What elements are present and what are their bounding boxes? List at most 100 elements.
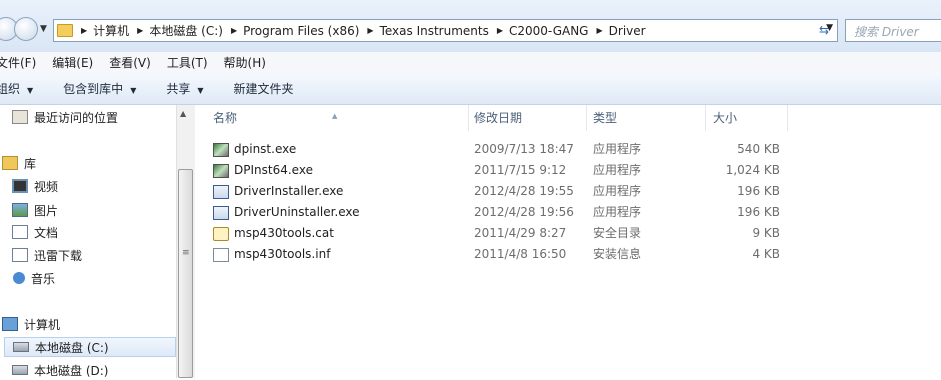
- file-type: 应用程序: [593, 184, 642, 198]
- menu-tools[interactable]: 工具(T): [167, 54, 208, 71]
- installer-icon: [213, 163, 229, 178]
- breadcrumb-program-files[interactable]: Program Files (x86): [243, 24, 359, 38]
- file-name: msp430tools.cat: [234, 226, 334, 240]
- video-icon: [12, 179, 28, 193]
- pictures-icon: [12, 203, 28, 217]
- nav-item-label: 视频: [34, 179, 59, 194]
- menu-bar: 文件(F) 编辑(E) 查看(V) 工具(T) 帮助(H): [0, 52, 941, 73]
- breadcrumb-disk-c[interactable]: 本地磁盘 (C:): [149, 22, 223, 39]
- column-header-type[interactable]: 类型: [587, 105, 706, 131]
- file-name: DriverInstaller.exe: [234, 184, 344, 198]
- forward-button[interactable]: [14, 17, 38, 41]
- file-modified: 2009/7/13 18:47: [474, 142, 574, 156]
- nav-item-pictures[interactable]: 图片: [12, 200, 58, 220]
- file-type: 应用程序: [593, 205, 642, 219]
- breadcrumb-separator-icon[interactable]: ▶: [367, 26, 373, 35]
- scrollbar-thumb[interactable]: ≡: [178, 169, 193, 378]
- new-folder-button[interactable]: 新建文件夹: [234, 80, 294, 97]
- breadcrumb-separator-icon[interactable]: ▶: [81, 26, 87, 35]
- breadcrumb-separator-icon[interactable]: ▶: [231, 26, 237, 35]
- file-size: 1,024 KB: [725, 163, 780, 177]
- app-icon: [213, 205, 229, 220]
- installer-icon: [213, 142, 229, 157]
- column-header-modified[interactable]: 修改日期: [469, 105, 587, 131]
- menu-edit[interactable]: 编辑(E): [52, 54, 93, 71]
- music-icon: [13, 272, 25, 284]
- nav-item-documents[interactable]: 文档: [12, 222, 58, 242]
- recent-places-icon: [12, 110, 28, 124]
- command-bar: 组织 ▼ 包含到库中 ▼ 共享 ▼ 新建文件夹: [0, 73, 941, 105]
- breadcrumb-separator-icon[interactable]: ▶: [497, 26, 503, 35]
- menu-file[interactable]: 文件(F): [0, 54, 36, 71]
- file-size: 196 KB: [737, 184, 780, 198]
- file-size: 540 KB: [737, 142, 780, 156]
- organize-button[interactable]: 组织 ▼: [0, 80, 33, 97]
- address-input[interactable]: ▶ 计算机 ▶ 本地磁盘 (C:) ▶ Program Files (x86) …: [53, 19, 838, 42]
- breadcrumb-c2000-gang[interactable]: C2000-GANG: [509, 24, 588, 38]
- file-size: 4 KB: [752, 247, 780, 261]
- nav-item-label: 图片: [34, 203, 59, 218]
- app-icon: [213, 184, 229, 199]
- folder-icon: [57, 24, 73, 37]
- sort-ascending-icon: ▲: [332, 112, 338, 120]
- downloads-folder-icon: [12, 248, 28, 262]
- search-input[interactable]: 搜索 Driver: [845, 19, 941, 42]
- drive-icon: [13, 342, 29, 352]
- library-icon: [2, 156, 18, 170]
- refresh-icon[interactable]: ⇆: [812, 20, 836, 41]
- file-modified: 2011/7/15 9:12: [474, 163, 567, 177]
- scroll-up-icon[interactable]: ▲: [180, 109, 186, 118]
- nav-item-music[interactable]: 音乐: [13, 268, 55, 288]
- nav-item-videos[interactable]: 视频: [12, 176, 58, 196]
- catalog-icon: [213, 226, 229, 241]
- file-row[interactable]: msp430tools.cat 2011/4/29 8:27 安全目录 9 KB: [195, 223, 795, 244]
- breadcrumb-texas-instruments[interactable]: Texas Instruments: [380, 24, 489, 38]
- navigation-scrollbar[interactable]: ▲ ≡: [176, 105, 195, 378]
- menu-view[interactable]: 查看(V): [109, 54, 151, 71]
- nav-item-computer[interactable]: 计算机: [2, 314, 60, 334]
- file-row[interactable]: dpinst.exe 2009/7/13 18:47 应用程序 540 KB: [195, 139, 795, 160]
- breadcrumb-separator-icon[interactable]: ▶: [596, 26, 602, 35]
- breadcrumb-separator-icon[interactable]: ▶: [137, 26, 143, 35]
- column-header-label: 修改日期: [474, 111, 523, 125]
- chevron-down-icon: ▼: [130, 86, 137, 95]
- file-row[interactable]: DPInst64.exe 2011/7/15 9:12 应用程序 1,024 K…: [195, 160, 795, 181]
- file-row[interactable]: DriverInstaller.exe 2012/4/28 19:55 应用程序…: [195, 181, 795, 202]
- file-modified: 2011/4/29 8:27: [474, 226, 567, 240]
- file-size: 9 KB: [752, 226, 780, 240]
- file-row[interactable]: msp430tools.inf 2011/4/8 16:50 安装信息 4 KB: [195, 244, 795, 265]
- nav-item-disk-c[interactable]: 本地磁盘 (C:): [4, 337, 176, 357]
- file-list: 名称 ▲ 修改日期 类型 大小 dpinst.exe 2009/7/13 18:…: [195, 105, 941, 378]
- menu-help[interactable]: 帮助(H): [224, 54, 266, 71]
- nav-item-label: 文档: [34, 225, 59, 240]
- file-name: msp430tools.inf: [234, 247, 331, 261]
- nav-item-libraries[interactable]: 库: [2, 153, 36, 173]
- address-bar-area: ▼ ▶ 计算机 ▶ 本地磁盘 (C:) ▶ Program Files (x86…: [0, 0, 941, 53]
- history-dropdown-icon[interactable]: ▼: [40, 24, 47, 34]
- file-modified: 2012/4/28 19:56: [474, 205, 574, 219]
- documents-icon: [12, 225, 28, 239]
- column-header-name[interactable]: 名称 ▲: [195, 105, 469, 131]
- nav-item-label: 库: [24, 156, 37, 171]
- breadcrumb-driver[interactable]: Driver: [609, 24, 646, 38]
- nav-item-thunder-downloads[interactable]: 迅雷下载: [12, 245, 82, 265]
- breadcrumb-computer[interactable]: 计算机: [93, 22, 129, 39]
- drive-icon: [12, 365, 28, 375]
- file-name: dpinst.exe: [234, 142, 297, 156]
- file-row[interactable]: DriverUninstaller.exe 2012/4/28 19:56 应用…: [195, 202, 795, 223]
- column-header-size[interactable]: 大小: [706, 105, 788, 131]
- navigation-pane: 最近访问的位置 库 视频 图片 文档 迅雷下载 音乐 计算机 本地磁盘 (C:)…: [0, 105, 176, 378]
- share-label: 共享: [166, 82, 191, 96]
- nav-item-disk-d[interactable]: 本地磁盘 (D:): [12, 360, 108, 380]
- file-size: 196 KB: [737, 205, 780, 219]
- nav-item-recent[interactable]: 最近访问的位置: [12, 107, 118, 127]
- file-type: 应用程序: [593, 142, 642, 156]
- include-in-library-button[interactable]: 包含到库中 ▼: [63, 80, 136, 97]
- share-button[interactable]: 共享 ▼: [166, 80, 203, 97]
- column-header-label: 名称: [213, 111, 238, 125]
- nav-item-label: 本地磁盘 (D:): [34, 363, 109, 378]
- organize-label: 组织: [0, 82, 21, 96]
- file-modified: 2011/4/8 16:50: [474, 247, 567, 261]
- nav-item-label: 迅雷下载: [34, 248, 83, 263]
- inf-file-icon: [213, 247, 229, 262]
